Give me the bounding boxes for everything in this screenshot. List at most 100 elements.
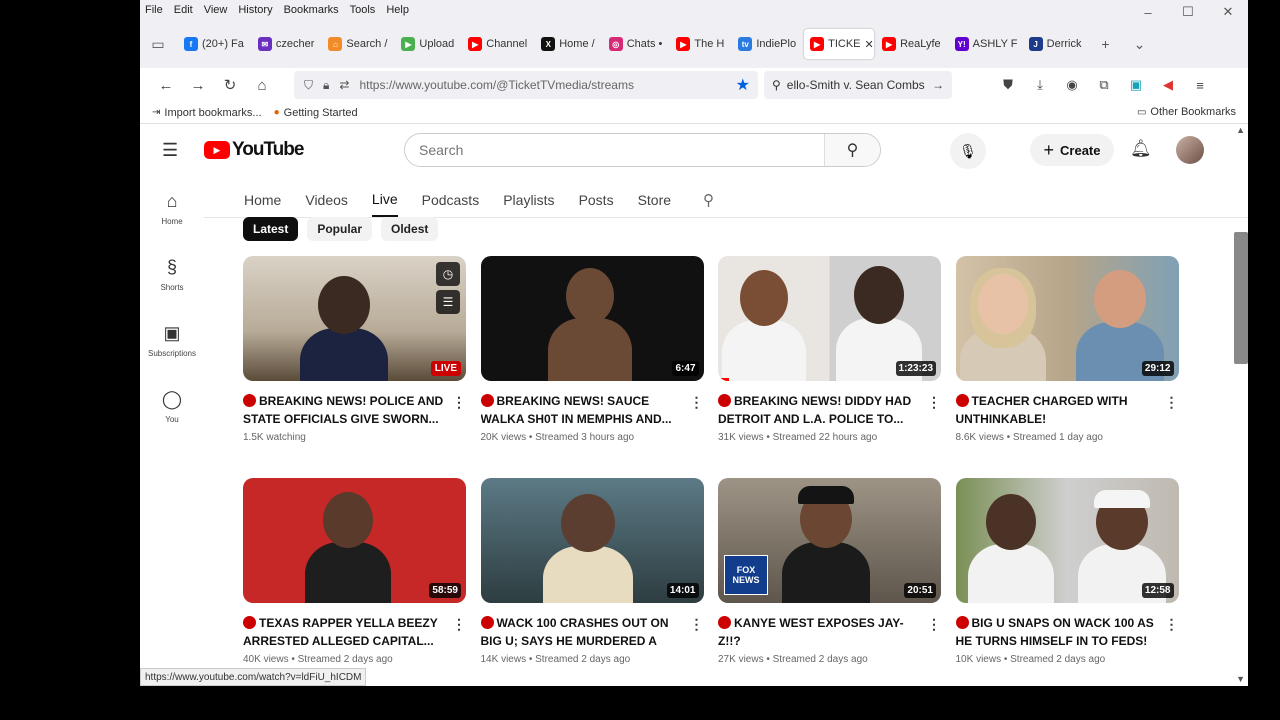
video-thumbnail[interactable]: 58:59: [243, 478, 466, 603]
browser-tab[interactable]: ◎ Chats •: [603, 29, 669, 59]
youtube-search-input[interactable]: [405, 134, 824, 166]
url-bar[interactable]: ⛉ 🔒︎ ⇄ https://www.youtube.com/@TicketTV…: [294, 71, 758, 99]
browser-tab[interactable]: ▶ The H: [670, 29, 730, 59]
video-title-row[interactable]: BREAKING NEWS! DIDDY HAD DETROIT AND L.A…: [718, 392, 919, 428]
more-options-icon[interactable]: ⋮: [690, 616, 704, 633]
bookmark-star-icon[interactable]: ★: [736, 75, 750, 95]
shield-icon[interactable]: ⛉: [304, 78, 313, 93]
sidebar-item-you[interactable]: ◯ You: [140, 383, 204, 449]
tab-overview-icon[interactable]: ▭: [148, 34, 168, 54]
minimize-icon[interactable]: –: [1128, 0, 1168, 24]
video-card[interactable]: ◷ ☰ LIVE BREAKING NEWS! POLICE AND STATE OF…: [243, 256, 466, 443]
browser-tab[interactable]: Y! ASHLY F: [949, 29, 1021, 59]
browser-tab[interactable]: ✉ czecher: [252, 29, 321, 59]
pocket-icon[interactable]: ⛊: [992, 71, 1024, 99]
sidebar-item-subscriptions[interactable]: ▣ Subscriptions: [140, 317, 204, 383]
browser-tab[interactable]: ▶ ReaLyfe: [876, 29, 947, 59]
account-icon[interactable]: ◉: [1056, 71, 1088, 99]
close-icon[interactable]: ✕: [1208, 0, 1248, 24]
more-options-icon[interactable]: ⋮: [452, 616, 466, 633]
browser-tab[interactable]: ▶ TICKE ✕: [804, 29, 875, 59]
permissions-icon[interactable]: ⇄: [339, 78, 349, 92]
lock-icon[interactable]: 🔒︎: [323, 78, 329, 93]
video-thumbnail[interactable]: 6:47: [480, 256, 704, 381]
channel-search-icon[interactable]: ⚲: [703, 191, 714, 209]
browser-tab[interactable]: ▶ Upload: [395, 29, 460, 59]
watch-later-icon[interactable]: ◷: [436, 262, 460, 286]
sidebar-item-shorts[interactable]: § Shorts: [140, 251, 204, 317]
browser-tab[interactable]: X Home /: [535, 29, 600, 59]
tab-playlists[interactable]: Playlists: [503, 183, 554, 217]
extensions-icon[interactable]: ⧉: [1088, 71, 1120, 99]
scroll-up-arrow-icon[interactable]: ▲: [1236, 125, 1245, 135]
extension-badge-icon[interactable]: ▣: [1120, 71, 1152, 99]
import-bookmarks-link[interactable]: ⇥ Import bookmarks...: [152, 107, 262, 119]
browser-tab[interactable]: ⌂ Search /: [322, 29, 393, 59]
video-card[interactable]: FOX NEWS 20:51 KANYE WEST EXPOSES JAY-Z!!?…: [718, 478, 941, 665]
add-to-queue-icon[interactable]: ☰: [436, 290, 460, 314]
tab-podcasts[interactable]: Podcasts: [422, 183, 480, 217]
new-tab-icon[interactable]: +: [1096, 34, 1116, 54]
voice-search-mic-icon[interactable]: 🎙︎: [950, 133, 986, 169]
home-icon[interactable]: ⌂: [246, 71, 278, 99]
video-title-row[interactable]: WACK 100 CRASHES OUT ON BIG U; SAYS HE M…: [480, 614, 682, 650]
video-card[interactable]: 58:59 TEXAS RAPPER YELLA BEEZY ARRESTED A…: [243, 478, 466, 665]
speaker-icon[interactable]: ◀: [1152, 71, 1184, 99]
video-thumbnail[interactable]: 1:23:23: [718, 256, 941, 381]
video-card[interactable]: 12:58 BIG U SNAPS ON WACK 100 AS HE TURNS…: [955, 478, 1179, 665]
youtube-search-button[interactable]: ⚲: [824, 134, 880, 166]
back-icon[interactable]: ←: [150, 71, 182, 99]
browser-tab[interactable]: f (20+) Fa: [178, 29, 250, 59]
tab-home[interactable]: Home: [244, 183, 281, 217]
scrollbar-thumb[interactable]: [1234, 232, 1248, 364]
video-title-row[interactable]: BIG U SNAPS ON WACK 100 AS HE TURNS HIMS…: [955, 614, 1157, 650]
url-text[interactable]: https://www.youtube.com/@TicketTVmedia/s…: [359, 78, 735, 92]
reload-icon[interactable]: ↻: [214, 71, 246, 99]
tab-live[interactable]: Live: [371, 183, 398, 217]
menu-item-file[interactable]: File: [145, 4, 163, 16]
sidebar-item-home[interactable]: ⌂ Home: [140, 185, 204, 251]
youtube-logo[interactable]: ▶ YouTube: [204, 139, 304, 161]
video-thumbnail[interactable]: ◷ ☰ LIVE: [243, 256, 466, 381]
chip-oldest[interactable]: Oldest: [381, 217, 439, 241]
more-options-icon[interactable]: ⋮: [1165, 616, 1179, 633]
video-thumbnail[interactable]: 14:01: [480, 478, 704, 603]
more-options-icon[interactable]: ⋮: [690, 394, 704, 411]
video-card[interactable]: 29:12 TEACHER CHARGED WITH UNTHINKABLE! ⋮ 8…: [955, 256, 1179, 443]
video-thumbnail[interactable]: 12:58: [955, 478, 1179, 603]
menu-item-bookmarks[interactable]: Bookmarks: [284, 4, 339, 16]
video-title-row[interactable]: BREAKING NEWS! SAUCE WALKA SH0T IN MEMPH…: [480, 392, 682, 428]
chip-latest[interactable]: Latest: [243, 217, 299, 241]
more-options-icon[interactable]: ⋮: [1165, 394, 1179, 411]
browser-tab[interactable]: tv IndiePlo: [732, 29, 802, 59]
video-thumbnail[interactable]: 29:12: [955, 256, 1179, 381]
video-title-row[interactable]: KANYE WEST EXPOSES JAY-Z!!?: [718, 614, 919, 650]
tab-store[interactable]: Store: [638, 183, 671, 217]
forward-icon[interactable]: →: [182, 71, 214, 99]
maximize-icon[interactable]: ☐: [1168, 0, 1208, 24]
more-options-icon[interactable]: ⋮: [927, 616, 941, 633]
getting-started-link[interactable]: ● Getting Started: [274, 107, 358, 119]
scroll-down-arrow-icon[interactable]: ▼: [1236, 674, 1245, 684]
notifications-bell-icon[interactable]: 🔔︎: [1130, 139, 1152, 159]
close-tab-icon[interactable]: ✕: [865, 38, 874, 51]
menu-item-edit[interactable]: Edit: [174, 4, 193, 16]
menu-item-tools[interactable]: Tools: [350, 4, 376, 16]
chip-popular[interactable]: Popular: [307, 217, 373, 241]
browser-tab[interactable]: J Derrick: [1023, 29, 1088, 59]
tab-list-chevron-icon[interactable]: ⌄: [1130, 34, 1150, 54]
downloads-icon[interactable]: ⤓: [1024, 71, 1056, 99]
video-title-row[interactable]: TEXAS RAPPER YELLA BEEZY ARRESTED ALLEGE…: [243, 614, 444, 650]
avatar[interactable]: [1176, 136, 1204, 164]
video-thumbnail[interactable]: FOX NEWS 20:51: [718, 478, 941, 603]
tab-videos[interactable]: Videos: [305, 183, 348, 217]
browser-tab[interactable]: ▶ Channel: [462, 29, 533, 59]
other-bookmarks-link[interactable]: ▭ Other Bookmarks: [1137, 106, 1236, 118]
video-card[interactable]: 14:01 WACK 100 CRASHES OUT ON BIG U; SAYS…: [480, 478, 704, 665]
more-options-icon[interactable]: ⋮: [452, 394, 466, 411]
menu-item-help[interactable]: Help: [386, 4, 409, 16]
app-menu-icon[interactable]: ≡: [1184, 71, 1216, 99]
video-title-row[interactable]: TEACHER CHARGED WITH UNTHINKABLE!: [955, 392, 1157, 428]
video-card[interactable]: 6:47 BREAKING NEWS! SAUCE WALKA SH0T IN M…: [480, 256, 704, 443]
web-search-box[interactable]: ⚲ ello-Smith v. Sean Combs →: [764, 71, 952, 99]
